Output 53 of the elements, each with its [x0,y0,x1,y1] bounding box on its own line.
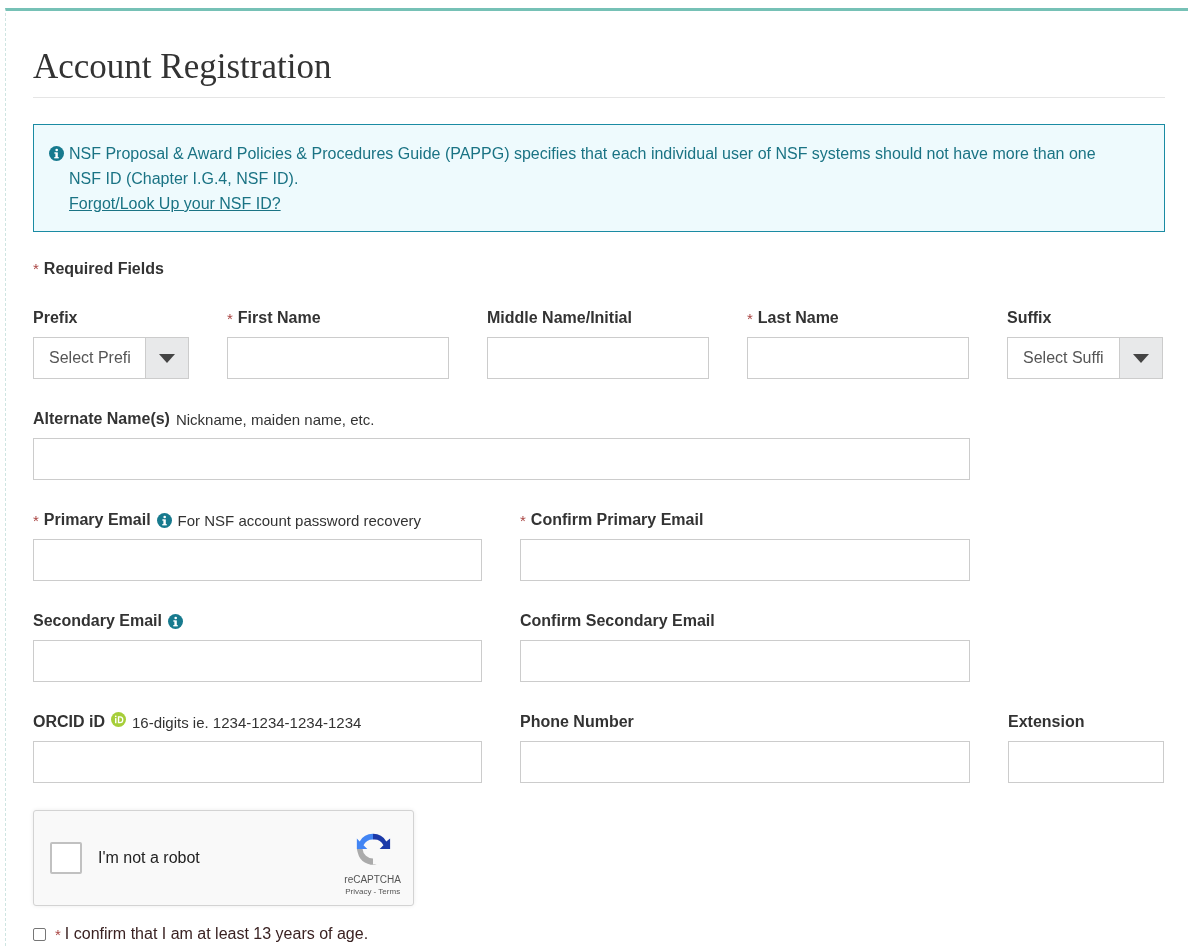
required-fields-label: Required Fields [43,260,164,277]
field-label: Last Name [757,309,839,327]
select-placeholder: Select Prefi [48,348,132,368]
text-input[interactable] [33,741,482,783]
field-label: Confirm Primary Email [530,511,704,529]
field-label: Alternate Name(s) [33,410,170,428]
field-label: First Name [237,309,321,327]
select-field[interactable]: Select Prefi [33,337,189,379]
required-marker: * [747,309,753,327]
field-label: Confirm Secondary Email [520,612,715,630]
age-checkbox[interactable] [33,927,46,941]
text-input[interactable] [33,438,970,480]
required-marker: * [520,511,526,529]
text-input[interactable] [33,539,482,581]
text-input[interactable] [227,337,449,379]
required-marker: * [33,260,39,277]
captcha-checkbox[interactable] [50,842,82,874]
text-input[interactable] [487,337,709,379]
required-marker: * [227,309,233,327]
field-hint: 16-digits ie. 1234-1234-1234-1234 [132,713,362,731]
caret-icon [1133,353,1149,363]
required-marker: * [33,511,39,529]
select-field[interactable]: Select Suffi [1007,337,1163,379]
field-label: Suffix [1007,309,1052,327]
text-input[interactable] [747,337,969,379]
orcid-icon [111,711,126,727]
lookup-link[interactable]: Forgot/Look Up your NSF ID? [69,191,281,216]
text-input[interactable] [520,741,970,783]
field-hint: For NSF account password recovery [177,511,421,529]
field-label: Primary Email [43,511,151,529]
field-hint: Nickname, maiden name, etc. [175,410,375,428]
age-confirm-label: I confirm that I am at least 13 years of age. [64,925,369,943]
field-label: Prefix [33,309,78,327]
text-input[interactable] [520,539,970,581]
info-icon [156,512,172,528]
field-label: Middle Name/Initial [487,309,632,327]
info-icon [167,613,183,629]
field-label: ORCID iD [33,713,105,731]
recaptcha-brand: reCAPTCHA [344,874,401,885]
field-label: Secondary Email [33,612,162,630]
field-label: Extension [1008,713,1085,731]
text-input[interactable] [33,640,482,682]
captcha-label: I'm not a robot [98,849,201,867]
info-icon [49,146,64,161]
privacy-terms-links[interactable]: Privacy - Terms [345,887,401,896]
select-placeholder: Select Suffi [1022,348,1105,368]
text-input[interactable] [520,640,970,682]
caret-icon [159,353,175,363]
notice-text: NSF Proposal & Award Policies & Procedures Guide (PAPPG) specifies that each individual user of NSF systems should not have more than one NSF ID (Chapter I.G.4, NSF ID). [69,144,1097,189]
text-input[interactable] [1008,741,1164,783]
field-label: Phone Number [520,713,634,731]
required-marker: * [55,925,61,943]
page-title: Account Registration [33,11,1165,98]
